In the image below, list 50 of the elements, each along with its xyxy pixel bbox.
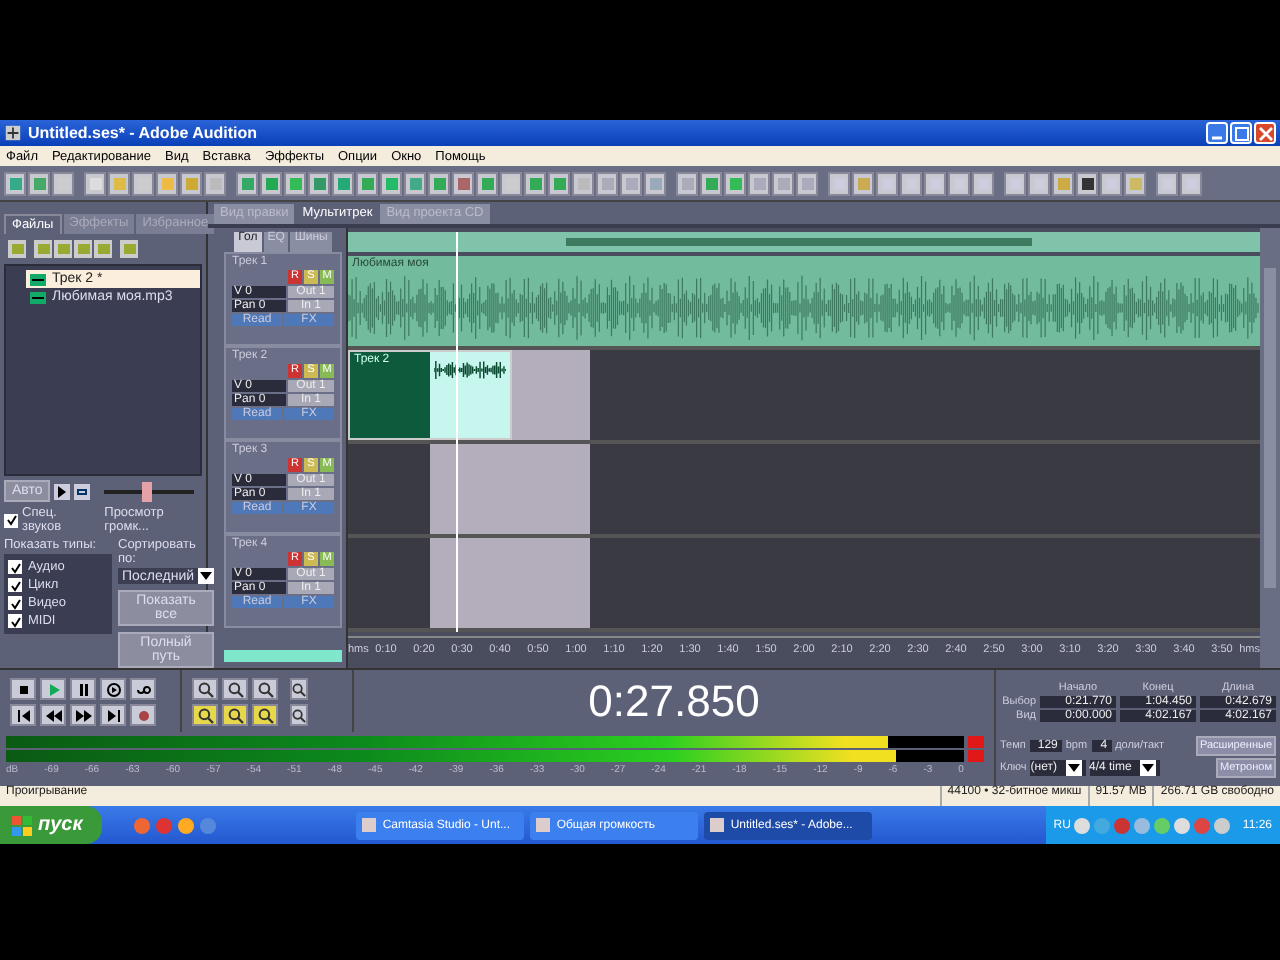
toolbar-icon[interactable]: [1076, 171, 1098, 195]
record-button[interactable]: [130, 704, 156, 726]
loop-button[interactable]: [130, 678, 156, 700]
zoom-icon[interactable]: [290, 704, 308, 726]
dropdown-arrow-icon[interactable]: [200, 572, 213, 580]
checkbox[interactable]: [8, 614, 22, 628]
play-from-cursor-icon[interactable]: [105, 681, 121, 697]
pause-button[interactable]: [70, 678, 96, 700]
checkbox[interactable]: [8, 578, 22, 592]
track-lane[interactable]: [348, 444, 1260, 538]
go-to-end-icon[interactable]: [105, 707, 121, 723]
stop-button[interactable]: [10, 678, 36, 700]
vertical-scroll-bar[interactable]: [1260, 228, 1280, 668]
record-icon[interactable]: [135, 707, 151, 723]
go-to-start-icon[interactable]: [15, 707, 31, 723]
zoom-icon[interactable]: [192, 678, 218, 700]
track-lane[interactable]: [348, 538, 1260, 632]
app-icon: [4, 124, 22, 142]
time-display: 0:27.850: [588, 675, 760, 727]
pause-icon[interactable]: [75, 681, 91, 697]
toolbar-icon[interactable]: [84, 171, 106, 195]
fast-forward-button[interactable]: [70, 704, 96, 726]
dropdown-arrow-icon[interactable]: [1067, 764, 1079, 772]
start-button[interactable]: пуск: [0, 806, 103, 844]
window-title: Untitled.ses* - Adobe Audition: [28, 124, 260, 142]
dropdown-arrow-icon[interactable]: [1141, 764, 1154, 772]
fast-forward-icon[interactable]: [75, 707, 91, 723]
audio-file-icon: [30, 273, 46, 285]
zoom-icon[interactable]: [222, 704, 248, 726]
go-to-end-button[interactable]: [100, 704, 126, 726]
four-squares-icon[interactable]: [12, 815, 32, 835]
mixer-scroll-bar[interactable]: [224, 650, 342, 662]
audio-file-icon: [30, 291, 46, 303]
loop-icon[interactable]: [135, 681, 151, 697]
rewind-button[interactable]: [40, 704, 66, 726]
zoom-icon[interactable]: [222, 678, 248, 700]
zoom-icon[interactable]: [252, 704, 278, 726]
stop-icon[interactable]: [15, 681, 31, 697]
rewind-icon[interactable]: [45, 707, 61, 723]
overview-bar[interactable]: [348, 232, 1260, 252]
checkbox[interactable]: [4, 513, 18, 527]
zoom-icon[interactable]: [192, 704, 218, 726]
zoom-icon[interactable]: [290, 678, 308, 700]
checkbox[interactable]: [8, 560, 22, 574]
waveform-drawing: [433, 360, 507, 380]
zoom-icon[interactable]: [252, 678, 278, 700]
go-to-start-button[interactable]: [10, 704, 36, 726]
volume-slider[interactable]: [104, 481, 195, 501]
checkbox[interactable]: [8, 596, 22, 610]
play-from-cursor-button[interactable]: [100, 678, 126, 700]
